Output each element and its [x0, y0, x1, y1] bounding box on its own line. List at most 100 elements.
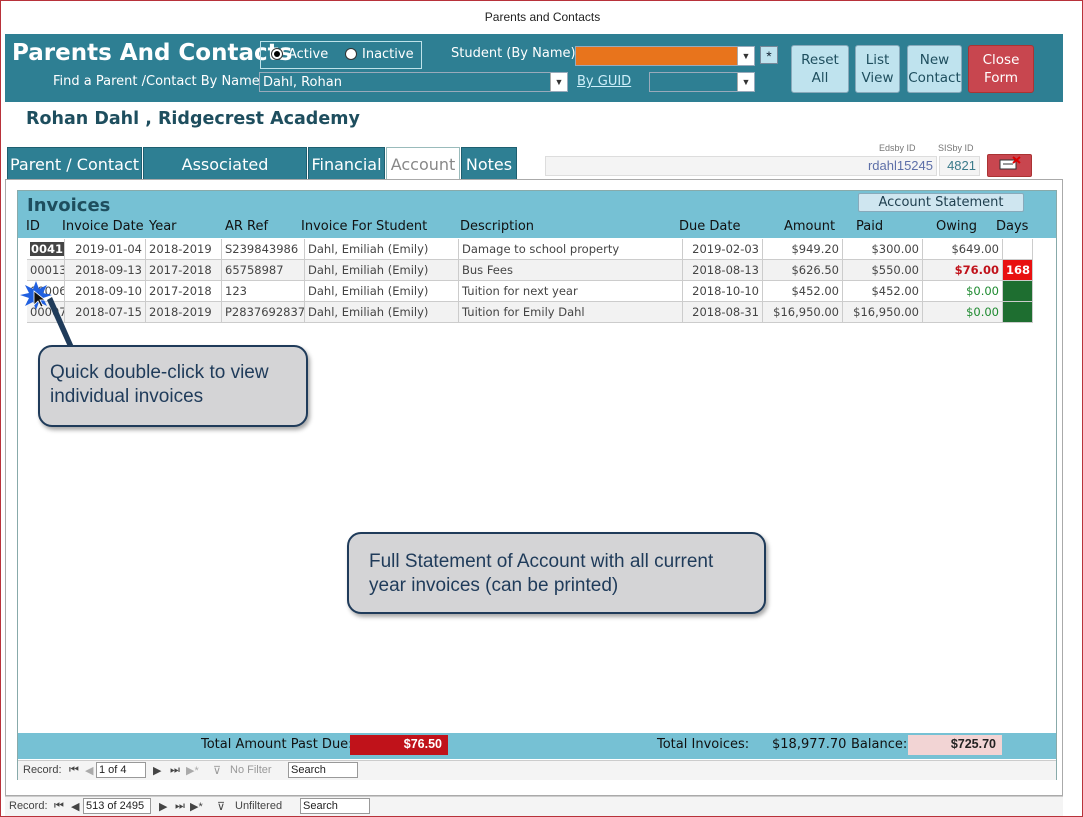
cell-owing[interactable]: $76.00 — [923, 260, 1003, 281]
cell-year[interactable]: 2017-2018 — [146, 281, 222, 302]
cell-due[interactable]: 2018-08-13 — [683, 260, 763, 281]
active-radio[interactable] — [271, 48, 283, 60]
active-radio-label: Active — [288, 47, 329, 62]
find-parent-combo[interactable]: Dahl, Rohan ▼ — [259, 72, 568, 92]
new-record-icon[interactable]: ▶* — [186, 764, 199, 777]
previous-record-icon[interactable]: ◀ — [71, 800, 79, 813]
cell-paid[interactable]: $300.00 — [843, 239, 923, 260]
col-due-date: Due Date — [679, 219, 741, 234]
table-row[interactable]: 00007 2018-07-15 2018-2019 P2837692837 Dahl,… — [27, 302, 1033, 323]
inactive-radio-label: Inactive — [362, 47, 414, 62]
next-record-icon[interactable]: ▶ — [153, 764, 161, 777]
record-position-field[interactable]: 1 of 4 — [96, 762, 146, 778]
cell-amount[interactable]: $626.50 — [763, 260, 843, 281]
cell-owing[interactable]: $649.00 — [923, 239, 1003, 260]
close-form-button[interactable]: Close Form — [968, 45, 1034, 93]
cell-student[interactable]: Dahl, Emiliah (Emily) — [305, 302, 459, 323]
first-record-icon[interactable]: ⏮ — [54, 800, 64, 813]
total-invoices-value: $18,977.70 — [772, 737, 847, 752]
cell-days[interactable] — [1003, 302, 1033, 323]
chevron-down-icon[interactable]: ▼ — [737, 47, 754, 65]
cell-date[interactable]: 2019-01-04 — [65, 239, 146, 260]
cell-owing[interactable]: $0.00 — [923, 281, 1003, 302]
table-row[interactable]: 00013 2018-09-13 2017-2018 65758987 Dahl, Em… — [27, 260, 1033, 281]
first-record-icon[interactable]: ⏮ — [69, 764, 79, 777]
student-by-name-combo[interactable]: ▼ — [575, 46, 755, 66]
cell-desc[interactable]: Bus Fees — [459, 260, 683, 281]
inactive-radio[interactable] — [345, 48, 357, 60]
reset-all-button[interactable]: Reset All — [791, 45, 849, 93]
search-input[interactable]: Search — [288, 762, 358, 778]
cell-due[interactable]: 2018-08-31 — [683, 302, 763, 323]
edsby-id-label: Edsby ID — [879, 143, 916, 153]
record-position-field[interactable]: 513 of 2495 — [83, 798, 151, 814]
account-statement-button[interactable]: Account Statement — [858, 193, 1024, 212]
table-row[interactable]: 004112019-01-042018-2019S239843986Dahl, … — [27, 239, 1033, 260]
filter-status[interactable]: No Filter — [230, 764, 272, 776]
cell-student[interactable]: Dahl, Emiliah (Emily) — [305, 239, 459, 260]
sisby-id-label: SISby ID — [938, 143, 974, 153]
cell-student[interactable]: Dahl, Emiliah (Emily) — [305, 281, 459, 302]
tab-account[interactable]: Account — [386, 147, 460, 181]
cell-desc[interactable]: Damage to school property — [459, 239, 683, 260]
list-view-button[interactable]: List View — [855, 45, 900, 93]
last-record-icon[interactable]: ⏭ — [170, 764, 180, 777]
cell-paid[interactable]: $16,950.00 — [843, 302, 923, 323]
edsby-id-field[interactable]: rdahl15245 — [545, 156, 937, 176]
next-record-icon[interactable]: ▶ — [159, 800, 167, 813]
cell-desc[interactable]: Tuition for Emily Dahl — [459, 302, 683, 323]
invoices-subform: Invoices Account Statement ID Invoice Da… — [17, 190, 1057, 780]
cell-ar[interactable]: 65758987 — [222, 260, 305, 281]
invoices-footer: Total Amount Past Due: $76.50 Total Invo… — [18, 733, 1056, 759]
statement-callout: Full Statement of Account with all curre… — [347, 532, 766, 614]
cell-id[interactable]: 00411 — [27, 239, 65, 260]
cell-days[interactable] — [1003, 239, 1033, 260]
cell-date[interactable]: 2018-09-13 — [65, 260, 146, 281]
tab-financial[interactable]: Financial — [308, 147, 385, 180]
cell-year[interactable]: 2017-2018 — [146, 260, 222, 281]
subform-record-navigator: Record: ⏮ ◀ 1 of 4 ▶ ⏭ ▶* ⊽ No Filter Se… — [18, 760, 1056, 780]
tab-parent-contact[interactable]: Parent / Contact — [7, 147, 142, 180]
previous-record-icon[interactable]: ◀ — [85, 764, 93, 777]
cell-days[interactable]: 168 — [1003, 260, 1033, 281]
filter-status[interactable]: Unfiltered — [235, 800, 282, 812]
cell-amount[interactable]: $949.20 — [763, 239, 843, 260]
click-burst-icon — [20, 281, 74, 349]
new-record-icon[interactable]: ▶* — [190, 800, 203, 813]
new-contact-button[interactable]: New Contact — [907, 45, 962, 93]
cell-amount[interactable]: $452.00 — [763, 281, 843, 302]
tab-associated-students[interactable]: Associated Students — [143, 147, 307, 207]
cell-amount[interactable]: $16,950.00 — [763, 302, 843, 323]
tab-notes[interactable]: Notes — [461, 147, 517, 180]
chevron-down-icon[interactable]: ▼ — [550, 73, 567, 91]
sisby-id-field[interactable]: 4821 — [939, 156, 980, 176]
person-heading: Rohan Dahl , Ridgecrest Academy — [26, 109, 360, 129]
cell-id[interactable]: 00013 — [27, 260, 65, 281]
cell-paid[interactable]: $550.00 — [843, 260, 923, 281]
cell-days[interactable] — [1003, 281, 1033, 302]
cell-ar[interactable]: P2837692837 — [222, 302, 305, 323]
form-title: Parents And Contacts — [12, 40, 293, 66]
last-record-icon[interactable]: ⏭ — [175, 800, 185, 813]
past-due-value: $76.50 — [350, 735, 448, 755]
guid-combo[interactable]: ▼ — [649, 72, 755, 92]
delete-record-button[interactable] — [987, 154, 1032, 177]
star-button[interactable]: * — [760, 46, 778, 64]
cell-year[interactable]: 2018-2019 — [146, 239, 222, 260]
cell-ar[interactable]: S239843986 — [222, 239, 305, 260]
cell-due[interactable]: 2018-10-10 — [683, 281, 763, 302]
col-owing: Owing — [936, 219, 977, 234]
col-year: Year — [149, 219, 177, 234]
cell-paid[interactable]: $452.00 — [843, 281, 923, 302]
cell-year[interactable]: 2018-2019 — [146, 302, 222, 323]
cell-student[interactable]: Dahl, Emiliah (Emily) — [305, 260, 459, 281]
cell-owing[interactable]: $0.00 — [923, 302, 1003, 323]
search-input[interactable]: Search — [300, 798, 370, 814]
cell-desc[interactable]: Tuition for next year — [459, 281, 683, 302]
cell-ar[interactable]: 123 — [222, 281, 305, 302]
by-guid-link[interactable]: By GUID — [577, 74, 631, 89]
cell-due[interactable]: 2019-02-03 — [683, 239, 763, 260]
col-invoice-for-student: Invoice For Student — [301, 219, 428, 234]
table-row[interactable]: 00006 2018-09-10 2017-2018 123 Dahl, Emiliah… — [27, 281, 1033, 302]
chevron-down-icon[interactable]: ▼ — [737, 73, 754, 91]
